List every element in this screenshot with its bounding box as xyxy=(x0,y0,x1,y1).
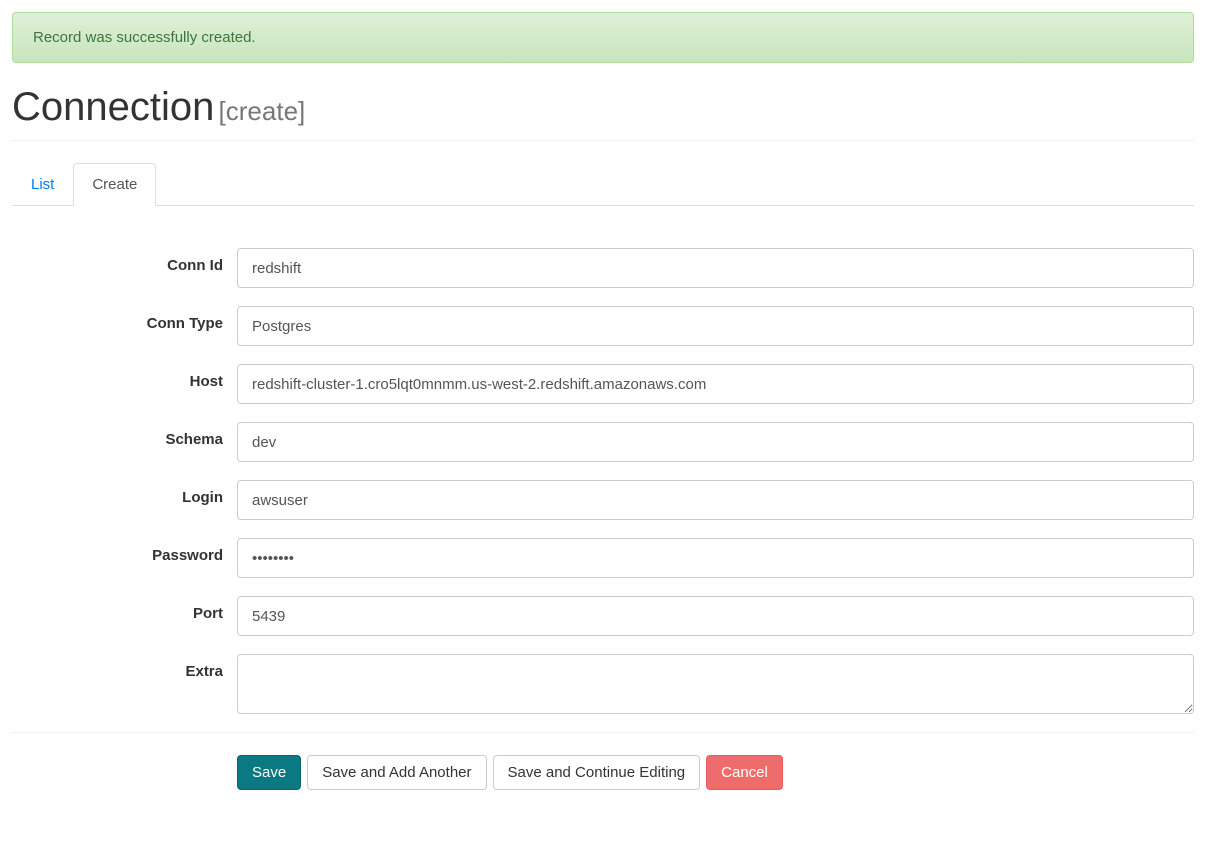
form-actions: Save Save and Add Another Save and Conti… xyxy=(12,732,1194,790)
alert-message: Record was successfully created. xyxy=(33,29,256,46)
save-button[interactable]: Save xyxy=(237,755,301,790)
label-login: Login xyxy=(12,480,237,506)
success-alert: Record was successfully created. xyxy=(12,12,1194,63)
tab-list[interactable]: List xyxy=(12,163,73,206)
cancel-button[interactable]: Cancel xyxy=(706,755,783,790)
form-group-conn-id: Conn Id xyxy=(12,248,1194,288)
form-group-host: Host xyxy=(12,364,1194,404)
label-host: Host xyxy=(12,364,237,390)
page-header: Connection [create] xyxy=(12,85,1194,141)
label-conn-id: Conn Id xyxy=(12,248,237,274)
form-group-conn-type: Conn Type xyxy=(12,306,1194,346)
input-login[interactable] xyxy=(237,480,1194,520)
tab-list-item: List xyxy=(12,163,73,206)
form-group-login: Login xyxy=(12,480,1194,520)
label-extra: Extra xyxy=(12,654,237,680)
form-group-port: Port xyxy=(12,596,1194,636)
save-continue-editing-button[interactable]: Save and Continue Editing xyxy=(493,755,701,790)
input-password[interactable] xyxy=(237,538,1194,578)
nav-tabs: List Create xyxy=(12,163,1194,206)
label-schema: Schema xyxy=(12,422,237,448)
label-port: Port xyxy=(12,596,237,622)
form-group-password: Password xyxy=(12,538,1194,578)
form-group-extra: Extra xyxy=(12,654,1194,714)
label-password: Password xyxy=(12,538,237,564)
input-host[interactable] xyxy=(237,364,1194,404)
tab-create-item: Create xyxy=(73,163,156,206)
input-conn-id[interactable] xyxy=(237,248,1194,288)
label-conn-type: Conn Type xyxy=(12,306,237,332)
save-add-another-button[interactable]: Save and Add Another xyxy=(307,755,486,790)
connection-form: Conn Id Conn Type Host Schema Login Pass… xyxy=(12,228,1194,790)
page-subtitle: [create] xyxy=(219,96,306,126)
textarea-extra[interactable] xyxy=(237,654,1194,714)
input-port[interactable] xyxy=(237,596,1194,636)
page-title: Connection xyxy=(12,85,214,129)
form-group-schema: Schema xyxy=(12,422,1194,462)
select-conn-type[interactable] xyxy=(237,306,1194,346)
tab-create[interactable]: Create xyxy=(73,163,156,206)
input-schema[interactable] xyxy=(237,422,1194,462)
